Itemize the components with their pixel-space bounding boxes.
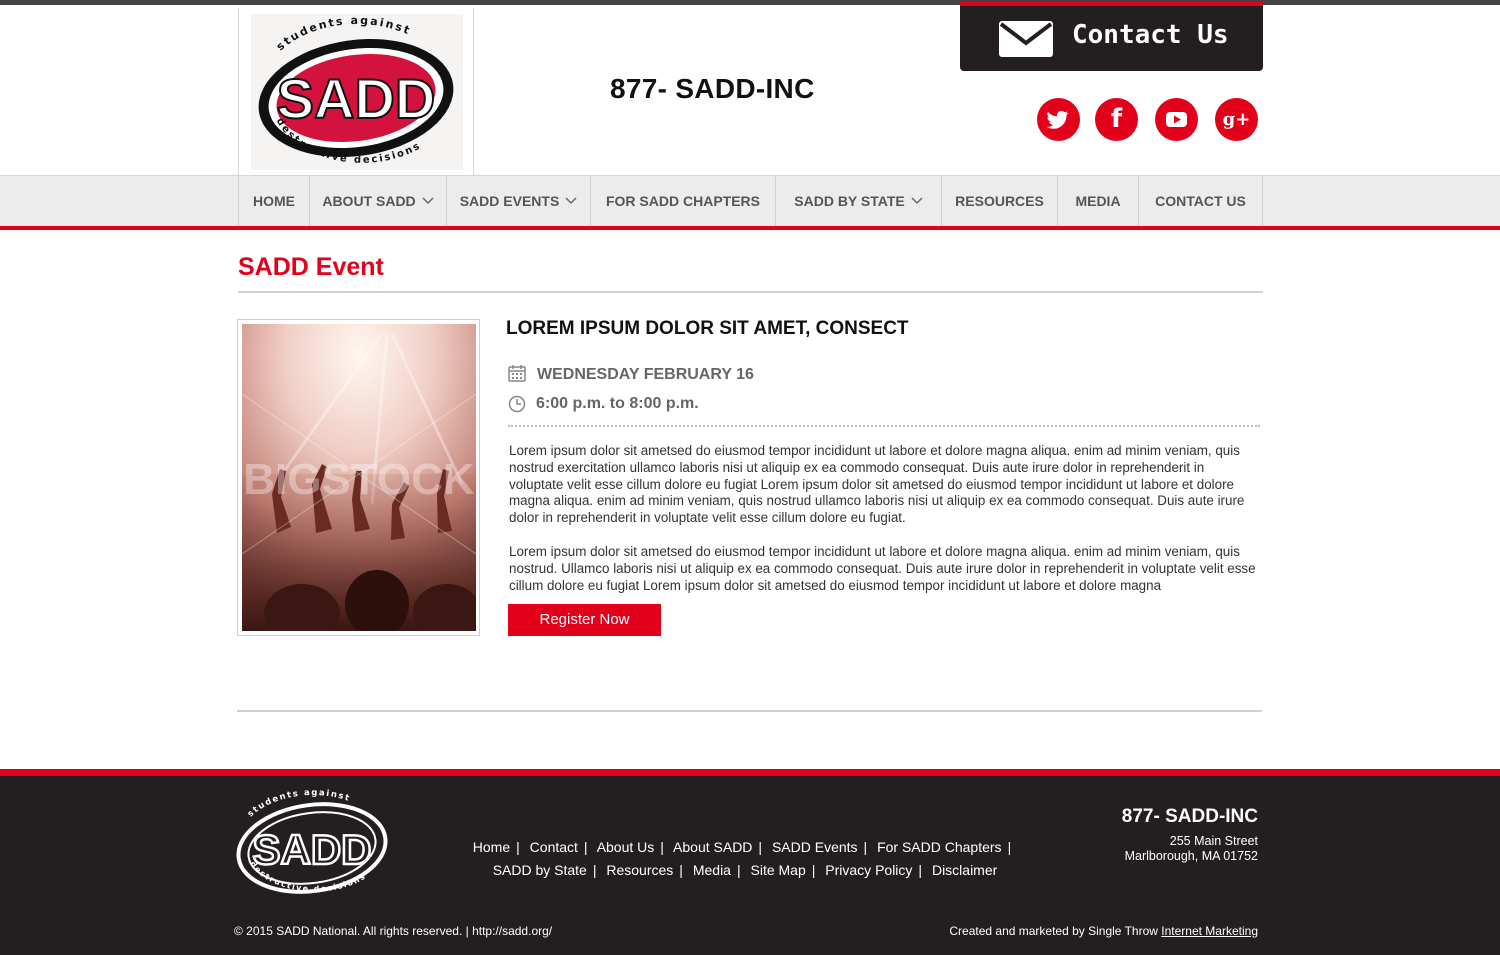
nav-label: FOR SADD CHAPTERS [605,193,760,209]
footer-link-sadd-events[interactable]: SADD Events [772,839,858,855]
footer-phone: 877- SADD-INC [1121,806,1258,827]
clock-icon [508,395,526,413]
nav-accent-bar [0,226,1500,230]
separator: | [863,839,868,855]
sadd-logo[interactable]: SADD students against destructive decisi… [251,14,463,170]
separator: | [592,862,597,878]
separator: | [758,839,763,855]
top-bar [0,0,1500,5]
twitter-glyph [1046,110,1069,129]
page-title: SADD Event [238,253,384,281]
footer: SADD students against destructive decisi… [0,776,1500,955]
footer-link-about-us[interactable]: About Us [597,839,655,855]
envelope-icon [999,21,1053,57]
calendar-icon [508,365,526,382]
footer-link-for-sadd-chapters[interactable]: For SADD Chapters [877,839,1001,855]
separator: | [736,862,741,878]
copyright-text: © 2015 SADD National. All rights reserve… [234,924,553,938]
nav-item-media[interactable]: MEDIA [1057,176,1138,226]
footer-address-line-2: Marlborough, MA 01752 [1124,849,1258,863]
facebook-icon[interactable]: f [1095,98,1138,141]
nav-item-resources[interactable]: RESOURCES [941,176,1057,226]
register-now-button[interactable]: Register Now [508,604,661,636]
contact-us-button[interactable]: Contact Us [960,2,1263,71]
header-phone: 877- SADD-INC [610,73,815,104]
youtube-glyph [1166,112,1187,127]
nav-label: SADD BY STATE [794,193,905,209]
nav-label: SADD EVENTS [459,193,560,209]
youtube-icon[interactable] [1155,98,1198,141]
footer-link-site-map[interactable]: Site Map [751,862,806,878]
footer-link-about-sadd[interactable]: About SADD [673,839,752,855]
google-plus-glyph: g+ [1222,109,1251,130]
separator: | [583,839,588,855]
nav-item-sadd-by-state[interactable]: SADD BY STATE [775,176,941,226]
twitter-icon[interactable] [1037,98,1080,141]
title-divider [238,291,1263,293]
event-image: BIGSTOCK [242,324,476,631]
separator: | [679,862,683,878]
nav-item-home[interactable]: HOME [238,176,309,226]
concert-crowd-image: BIGSTOCK [242,324,476,631]
credit-prefix: Created and marketed by Single Throw [949,924,1162,938]
google-plus-icon[interactable]: g+ [1215,98,1258,141]
footer-accent-bar [0,769,1500,776]
nav-label: RESOURCES [955,193,1044,209]
logo-main-text: SADD [277,67,436,130]
footer-address: 255 Main Street Marlborough, MA 01752 [1125,834,1258,864]
event-meta-divider [508,425,1260,427]
footer-link-home[interactable]: Home [473,839,510,855]
internet-marketing-link[interactable]: Internet Marketing [1161,924,1258,938]
footer-link-resources[interactable]: Resources [606,862,673,878]
separator: | [811,862,816,878]
chevron-down-icon [565,197,577,205]
separator: | [1007,839,1012,855]
footer-logo-main: SADD [252,826,371,873]
logo-container[interactable]: SADD students against destructive decisi… [238,8,474,176]
footer-links-row-2: SADD by State | Resources | Media | Site Ma… [440,862,1050,878]
contact-us-label: Contact Us [1072,20,1229,50]
event-title: LOREM IPSUM DOLOR SIT AMET, CONSECT [506,318,909,339]
nav-item-sadd-events[interactable]: SADD EVENTS [446,176,590,226]
nav-item-about-sadd[interactable]: ABOUT SADD [309,176,446,226]
footer-address-line-1: 255 Main Street [1169,834,1258,848]
image-watermark: BIGSTOCK [243,455,475,504]
nav-item-for-sadd-chapters[interactable]: FOR SADD CHAPTERS [590,176,775,226]
nav-label: ABOUT SADD [322,193,416,209]
footer-links-row-1: Home | Contact | About Us | About SADD | SAD… [440,839,1050,855]
event-image-frame: BIGSTOCK [237,319,480,636]
nav-label: HOME [253,193,295,209]
chevron-down-icon [422,197,434,205]
content-bottom-divider [237,710,1262,712]
footer-link-media[interactable]: Media [693,862,731,878]
chevron-down-icon [911,197,923,205]
footer-link-privacy-policy[interactable]: Privacy Policy [825,862,912,878]
credit-text: Created and marketed by Single Throw Int… [949,924,1258,938]
event-time: 6:00 p.m. to 8:00 p.m. [536,395,699,412]
footer-sadd-logo[interactable]: SADD students against destructive decisi… [233,788,393,898]
event-description-1: Lorem ipsum dolor sit ametsed do eiusmod… [509,443,1245,526]
event-description-2: Lorem ipsum dolor sit ametsed do eiusmod… [509,544,1256,593]
facebook-glyph: f [1110,104,1123,134]
separator: | [516,839,520,855]
nav-item-contact-us[interactable]: CONTACT US [1138,176,1263,226]
footer-link-disclaimer[interactable]: Disclaimer [932,862,997,878]
nav-label: CONTACT US [1155,193,1246,209]
footer-link-sadd-by-state[interactable]: SADD by State [493,862,587,878]
main-nav: HOME ABOUT SADD SADD EVENTS FOR SADD CHA… [0,175,1500,226]
footer-link-contact[interactable]: Contact [530,839,578,855]
nav-label: MEDIA [1075,193,1121,209]
separator: | [660,839,664,855]
separator: | [918,862,923,878]
event-date: WEDNESDAY FEBRUARY 16 [537,366,754,383]
